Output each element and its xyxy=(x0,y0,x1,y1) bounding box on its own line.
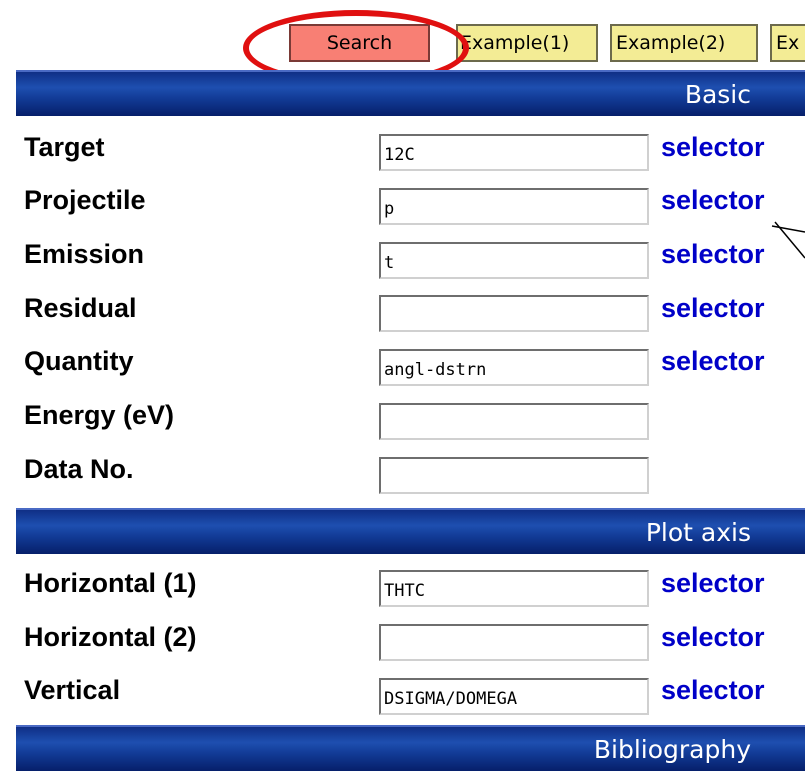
example1-button[interactable]: Example(1) xyxy=(456,24,598,62)
projectile-label: Projectile xyxy=(24,185,146,215)
horizontal2-selector-link[interactable]: selector xyxy=(661,622,765,653)
example3-button[interactable]: Ex xyxy=(770,24,805,62)
data-no-label: Data No. xyxy=(24,454,134,484)
residual-input[interactable] xyxy=(379,295,649,332)
vertical-selector-link[interactable]: selector xyxy=(661,675,765,706)
emission-label: Emission xyxy=(24,239,145,269)
energy-label: Energy (eV) xyxy=(24,400,175,430)
quantity-label: Quantity xyxy=(24,346,134,376)
horizontal1-selector-link[interactable]: selector xyxy=(661,568,765,599)
target-label: Target xyxy=(24,132,105,162)
horizontal1-input[interactable]: THTC xyxy=(379,570,649,607)
horizontal2-label: Horizontal (2) xyxy=(24,622,197,652)
vertical-label: Vertical xyxy=(24,675,121,705)
search-button[interactable]: Search xyxy=(289,24,430,62)
quantity-input[interactable]: angl-dstrn xyxy=(379,349,649,386)
target-selector-link[interactable]: selector xyxy=(661,132,765,163)
cropped-top-text xyxy=(0,0,805,14)
section-basic-header: Basic xyxy=(16,70,805,116)
residual-selector-link[interactable]: selector xyxy=(661,293,765,324)
emission-input[interactable]: t xyxy=(379,242,649,279)
projectile-selector-link[interactable]: selector xyxy=(661,185,765,216)
horizontal2-input[interactable] xyxy=(379,624,649,661)
horizontal1-label: Horizontal (1) xyxy=(24,568,197,598)
quantity-selector-link[interactable]: selector xyxy=(661,346,765,377)
emission-selector-link[interactable]: selector xyxy=(661,239,765,270)
target-input[interactable]: 12C xyxy=(379,134,649,171)
data-no-input[interactable] xyxy=(379,457,649,494)
energy-input[interactable] xyxy=(379,403,649,440)
residual-label: Residual xyxy=(24,293,137,323)
section-bibliography-header: Bibliography xyxy=(16,725,805,771)
projectile-input[interactable]: p xyxy=(379,188,649,225)
section-plot-axis-header: Plot axis xyxy=(16,508,805,554)
example2-button[interactable]: Example(2) xyxy=(610,24,758,62)
vertical-input[interactable]: DSIGMA/DOMEGA xyxy=(379,678,649,715)
